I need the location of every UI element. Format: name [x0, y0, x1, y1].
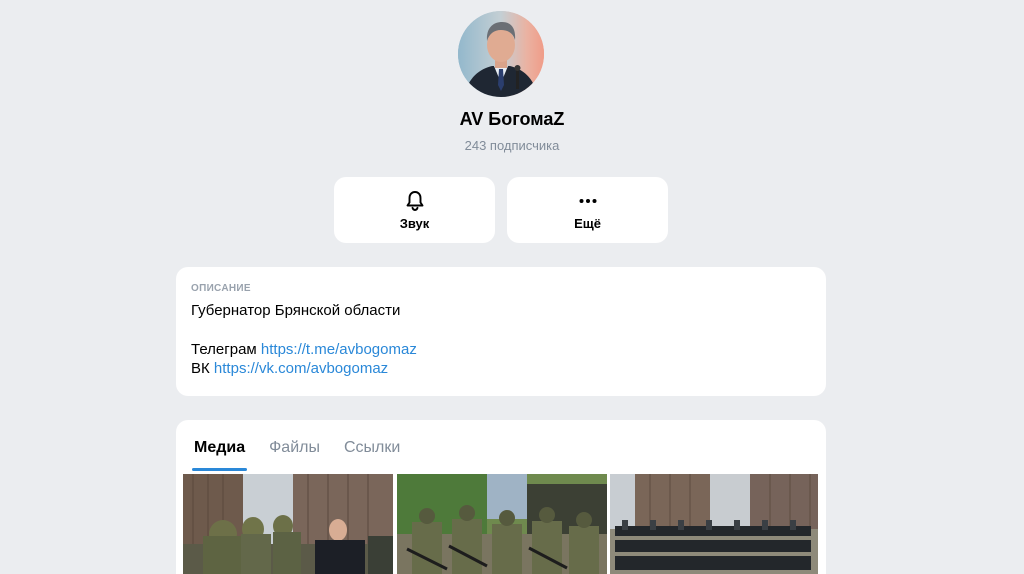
- channel-name: AV БогомаZ: [459, 109, 565, 129]
- subscriber-count: 243 подписчика: [464, 138, 560, 153]
- description-text: Губернатор Брянской области: [191, 302, 401, 319]
- media-photo: [397, 474, 607, 574]
- media-photo: [610, 474, 818, 574]
- vk-line: ВК https://vk.com/avbogomaz: [191, 359, 811, 378]
- tab-files[interactable]: Файлы: [269, 439, 320, 471]
- tab-links[interactable]: Ссылки: [344, 439, 400, 471]
- media-thumbnail[interactable]: [397, 474, 607, 574]
- channel-page: AV БогомаZ 243 подписчика Звук Ещё Описа…: [0, 0, 1024, 574]
- avatar-photo: [458, 11, 544, 97]
- more-button-label: Ещё: [574, 215, 601, 231]
- sound-button-label: Звук: [399, 215, 430, 231]
- sound-button[interactable]: Звук: [334, 177, 495, 243]
- description-heading: Описание: [191, 283, 251, 294]
- media-thumbnail[interactable]: [610, 474, 818, 574]
- tab-media[interactable]: Медиа: [191, 439, 248, 471]
- media-thumbnail[interactable]: [183, 474, 393, 574]
- more-button[interactable]: Ещё: [507, 177, 668, 243]
- telegram-link[interactable]: https://t.me/avbogomaz: [261, 341, 417, 358]
- media-photo: [183, 474, 393, 574]
- vk-label: ВК: [191, 360, 210, 377]
- media-card: Медиа Файлы Ссылки: [176, 420, 826, 574]
- more-dots-icon: [578, 190, 598, 212]
- vk-link[interactable]: https://vk.com/avbogomaz: [214, 360, 388, 377]
- media-tabs: Медиа Файлы Ссылки: [191, 439, 424, 471]
- telegram-line: Телеграм https://t.me/avbogomaz: [191, 340, 811, 359]
- bell-icon: [405, 190, 425, 212]
- description-card: Описание Губернатор Брянской области Тел…: [176, 267, 826, 396]
- channel-avatar[interactable]: [458, 11, 544, 97]
- telegram-label: Телеграм: [191, 341, 257, 358]
